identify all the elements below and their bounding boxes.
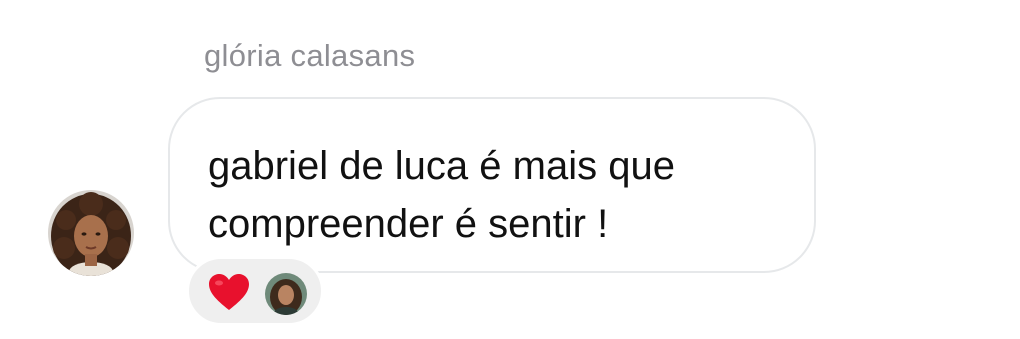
message-text: gabriel de luca é mais que compreender é… [208,144,675,246]
avatar-image [48,190,134,276]
reactions-pill[interactable] [186,256,324,326]
avatar-image [265,273,307,315]
heart-icon [209,274,249,310]
sender-avatar[interactable] [48,190,134,276]
sender-name: glória calasans [204,38,416,73]
message-bubble[interactable]: gabriel de luca é mais que compreender é… [168,97,816,273]
reactor-avatar[interactable] [265,273,307,315]
